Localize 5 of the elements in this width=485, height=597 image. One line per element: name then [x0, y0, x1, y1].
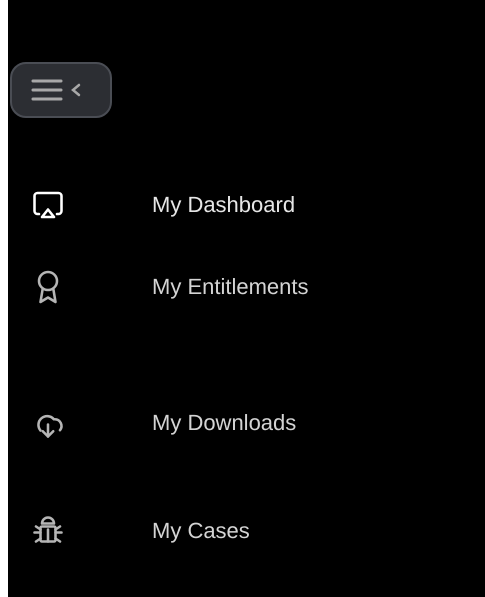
sidebar-toggle-button[interactable]	[10, 62, 112, 118]
nav-item[interactable]: My Cases	[8, 506, 388, 556]
nav-item[interactable]: My Dashboard	[8, 180, 388, 230]
nav-item[interactable]: My Entitlements	[8, 262, 388, 312]
nav-item[interactable]: My Downloads	[8, 398, 388, 448]
